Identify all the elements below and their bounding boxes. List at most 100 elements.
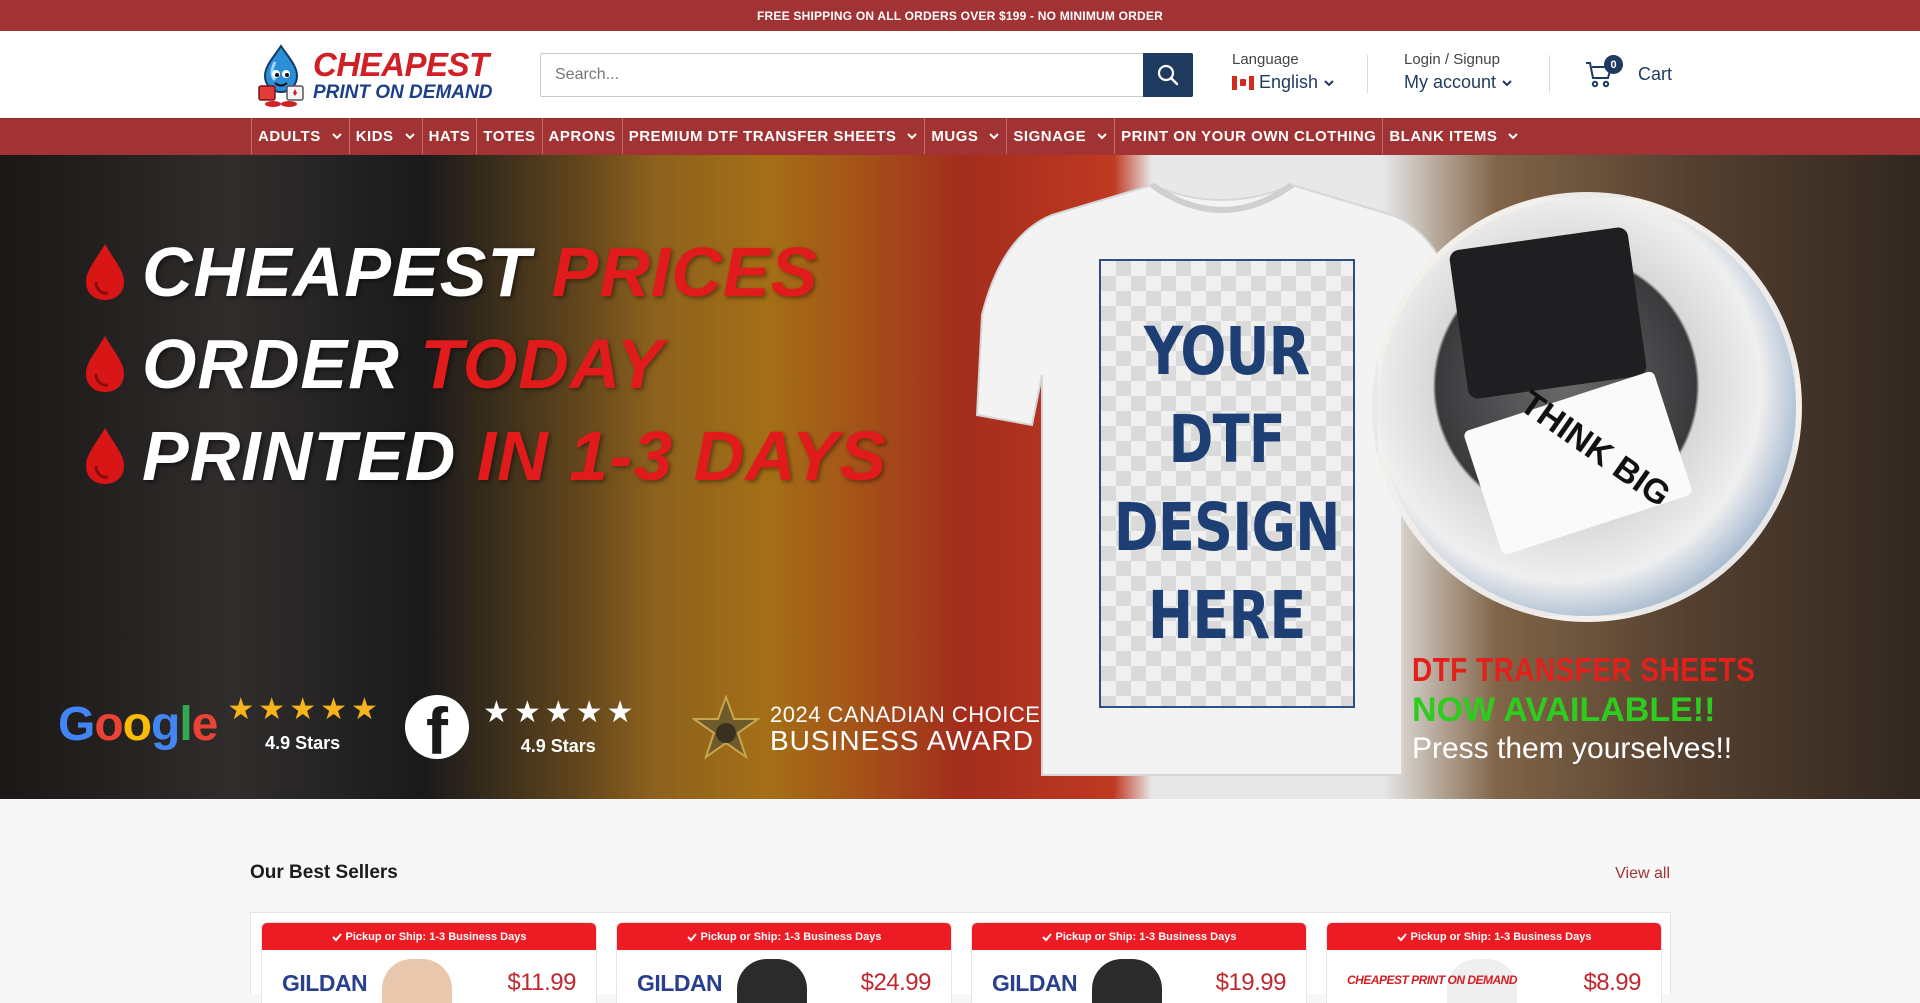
shipping-banner: Pickup or Ship: 1-3 Business Days [1327,923,1661,950]
language-label: Language [1232,51,1299,68]
main-nav-items: ADULTS KIDS HATS TOTES APRONS PREMIUM DTF TRA… [251,118,1525,154]
ink-drop-icon [86,336,124,392]
nav-item-label: TOTES [483,127,536,145]
hero-line-2-red: TODAY [420,325,664,403]
nav-item-aprons[interactable]: APRONS [541,118,622,154]
checkmark-icon [1041,932,1052,941]
hero-line-3-red: IN 1-3 DAYS [476,417,888,495]
design-placeholder: YOUR DTF DESIGN HERE [1099,259,1355,708]
cart-count-badge: 0 [1604,55,1623,74]
google-reviews: Google ★ ★ ★ ★ ★ 4.9 Stars [58,695,378,754]
facebook-reviews: f ★ ★ ★ ★ ★ 4.9 Stars [405,695,634,759]
ink-drop-icon [86,244,124,300]
nav-item-label: HATS [428,127,471,145]
shipping-banner-text: Pickup or Ship: 1-3 Business Days [1055,930,1237,943]
design-placeholder-text: YOUR DTF DESIGN HERE [1114,312,1341,654]
checkmark-icon [1396,932,1407,941]
ink-drop-icon [86,428,124,484]
nav-item-signage[interactable]: SIGNAGE [1006,118,1114,154]
site-logo[interactable]: CHEAPEST PRINT ON DEMAND [251,41,501,109]
award-badge-icon [692,695,760,760]
product-brand-text: GILDAN [637,970,723,996]
language-value: English [1259,72,1319,92]
chevron-down-icon [1508,133,1519,140]
nav-item-label: KIDS [355,127,394,145]
nav-item-label: MUGS [931,127,979,145]
announcement-text: FREE SHIPPING ON ALL ORDERS OVER $199 - … [757,8,1163,23]
search-icon [1157,64,1179,86]
hero-banner[interactable]: CHEAPEST PRICES ORDER TODAY PRINTED IN 1… [0,155,1920,799]
hero-line-1: CHEAPEST PRICES [82,237,818,307]
canada-flag-icon [1232,75,1254,90]
nav-item-label: BLANK ITEMS [1389,127,1498,145]
product-card[interactable]: Pickup or Ship: 1-3 Business Days GILDAN $… [616,922,952,1003]
shipping-banner: Pickup or Ship: 1-3 Business Days [972,923,1306,950]
announcement-bar: FREE SHIPPING ON ALL ORDERS OVER $199 - … [0,0,1920,31]
login-signup-link[interactable]: Login / Signup [1404,51,1513,68]
product-photo [1092,959,1162,1003]
hero-line-3-white: PRINTED [142,417,457,495]
hero-line-1-red: PRICES [551,233,819,311]
dtf-promo: DTF TRANSFER SHEETS NOW AVAILABLE!! Pres… [1412,651,1816,766]
nav-item-hats[interactable]: HATS [421,118,477,154]
hero-line-1-white: CHEAPEST [142,233,532,311]
dtf-promo-title: DTF TRANSFER SHEETS [1412,651,1756,688]
chevron-down-icon [1502,79,1512,86]
my-account-label: My account [1404,72,1497,92]
nav-item-totes[interactable]: TOTES [476,118,541,154]
best-sellers-header: Our Best Sellers View all [250,862,1670,884]
product-brand: CHEAPEST PRINT ON DEMAND [1347,973,1518,987]
search-button[interactable] [1143,53,1193,97]
nav-item-kids[interactable]: KIDS [348,118,422,154]
shipping-banner: Pickup or Ship: 1-3 Business Days [617,923,951,950]
nav-item-adults[interactable]: ADULTS [251,118,349,154]
product-brand-text: CHEAPEST PRINT ON DEMAND [1347,973,1518,987]
product-card[interactable]: Pickup or Ship: 1-3 Business Days GILDAN $… [971,922,1307,1003]
product-card[interactable]: Pickup or Ship: 1-3 Business Days CHEAPES… [1326,922,1662,1003]
google-rating-text: 4.9 Stars [265,733,341,753]
header-divider [1367,55,1368,93]
chevron-down-icon [332,133,342,140]
cart-label: Cart [1638,63,1673,84]
shipping-banner-text: Pickup or Ship: 1-3 Business Days [700,930,882,943]
language-selector[interactable]: Language English [1232,51,1335,93]
nav-item-premium-dtf-transfer-sheets[interactable]: PREMIUM DTF TRANSFER SHEETS [621,118,925,154]
site-header: CHEAPEST PRINT ON DEMAND Language Englis… [0,31,1920,118]
award-line-2: BUSINESS AWARD [770,724,1034,756]
view-all-link[interactable]: View all [1615,865,1670,883]
google-stars: ★ ★ ★ ★ ★ [227,693,378,726]
best-sellers-title: Our Best Sellers [250,862,398,883]
nav-item-label: PRINT ON YOUR OWN CLOTHING [1121,127,1377,145]
nav-item-label: APRONS [548,127,616,145]
business-award: 2024 CANADIAN CHOICE BUSINESS AWARD [692,695,1040,763]
product-brand-text: GILDAN [282,970,368,996]
shipping-banner: Pickup or Ship: 1-3 Business Days [262,923,596,950]
logo-line1: CHEAPEST [313,46,489,83]
chevron-down-icon [907,133,918,140]
hero-line-2: ORDER TODAY [82,329,664,399]
dtf-promo-subtitle: Press them yourselves!! [1412,732,1733,765]
product-photo [382,959,452,1003]
dtf-promo-available: NOW AVAILABLE!! [1412,691,1716,729]
product-card[interactable]: Pickup or Ship: 1-3 Business Days GILDAN $… [261,922,597,1003]
google-logo: Google [58,698,218,751]
shipping-banner-text: Pickup or Ship: 1-3 Business Days [345,930,527,943]
facebook-rating-text: 4.9 Stars [520,735,596,756]
chevron-down-icon [989,133,1000,140]
nav-item-mugs[interactable]: MUGS [924,118,1006,154]
chevron-down-icon [1097,133,1107,140]
nav-item-label: SIGNAGE [1013,127,1087,145]
account-menu[interactable]: Login / Signup My account [1404,51,1513,93]
nav-item-print-on-your-own-clothing[interactable]: PRINT ON YOUR OWN CLOTHING [1114,118,1382,154]
hero-line-3: PRINTED IN 1-3 DAYS [82,421,887,491]
chevron-down-icon [1324,79,1334,86]
nav-item-blank-items[interactable]: BLANK ITEMS [1382,118,1525,154]
chevron-down-icon [404,133,415,140]
cart-button[interactable]: 0 Cart [1584,55,1673,89]
checkmark-icon [686,932,697,941]
search-input[interactable] [540,53,1143,97]
nav-item-label: ADULTS [258,127,321,145]
nav-item-label: PREMIUM DTF TRANSFER SHEETS [628,127,897,145]
product-brand-text: GILDAN [992,970,1078,996]
mascot-icon [251,42,311,108]
